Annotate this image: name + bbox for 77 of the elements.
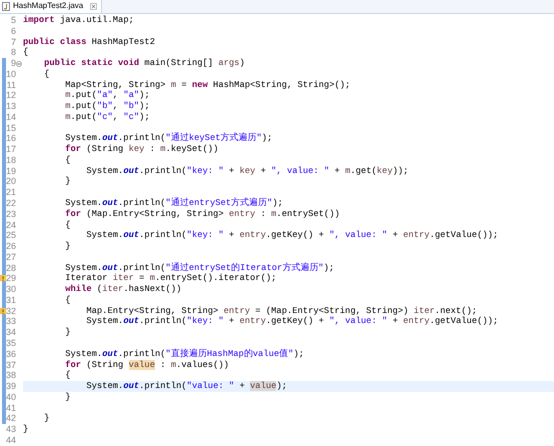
line-number: 12 xyxy=(6,90,16,102)
line-number: 37 xyxy=(6,360,16,370)
line-number: 20 xyxy=(6,176,16,188)
line-number: 16 xyxy=(6,133,16,144)
line-number: 27 xyxy=(6,252,16,263)
code-line: for (String value : m.values()) xyxy=(64,360,229,370)
line-number: 26 xyxy=(6,241,16,252)
line-number: 13 xyxy=(6,101,16,112)
line-number: 34 xyxy=(6,327,16,338)
code-line: public static void main(String[] args) xyxy=(43,58,245,69)
code-line: } xyxy=(64,241,71,252)
line-number: 42 xyxy=(6,413,16,424)
line-number: 10 xyxy=(6,68,16,80)
code-line: System.out.println("key: " + entry.getKey() + ", value: " + entry.getValue()); xyxy=(85,316,498,328)
code-line: Iterator iter = m.entrySet().iterator(); xyxy=(64,273,276,284)
code-line: } xyxy=(64,392,71,403)
code-line: } xyxy=(64,176,71,188)
line-number: 7 xyxy=(10,36,16,48)
code-line: System.out.println("通过entrySet方式遍历"); xyxy=(64,198,283,209)
close-icon[interactable] xyxy=(90,2,98,10)
code-line: for (String key : m.keySet()) xyxy=(64,144,218,155)
editor-tab[interactable]: HashMapTest2.java xyxy=(0,0,102,13)
fold-icon[interactable] xyxy=(16,61,22,68)
line-number: 6 xyxy=(10,26,16,37)
line-number: 18 xyxy=(6,154,16,166)
line-number: 24 xyxy=(6,220,16,230)
code-line: } xyxy=(43,413,50,424)
code-line: System.out.println("直接遍历HashMap的value值"); xyxy=(64,348,304,360)
code-line: System.out.println("key: " + key + ", value: " + m.get(key)); xyxy=(85,166,408,176)
code-line: { xyxy=(64,370,71,382)
code-line: Map<String, String> m = new HashMap<String, String>(); xyxy=(64,80,350,90)
line-number: 38 xyxy=(6,370,16,382)
line-number: 14 xyxy=(6,112,16,123)
line-number: 5 xyxy=(10,15,16,26)
line-number: 39 xyxy=(6,381,16,392)
code-line: System.out.println("通过keySet方式遍历"); xyxy=(64,133,272,144)
code-line: System.out.println("key: " + entry.getKey() + ", value: " + entry.getValue()); xyxy=(85,230,498,242)
line-number: 32 xyxy=(6,306,16,316)
line-number: 36 xyxy=(6,348,16,360)
line-number: 11 xyxy=(6,80,16,90)
java-file-icon xyxy=(2,2,10,10)
code-line: { xyxy=(64,294,71,306)
line-number: 33 xyxy=(6,316,16,328)
code-line: } xyxy=(23,424,28,435)
line-number: 31 xyxy=(6,294,16,306)
line-number: 23 xyxy=(6,208,16,220)
line-number: 19 xyxy=(6,166,16,176)
code-line: while (iter.hasNext()) xyxy=(64,284,182,295)
line-number: 43 xyxy=(6,424,16,435)
code-line: { xyxy=(43,68,50,80)
line-number: 44 xyxy=(6,434,16,446)
code-line: m.put("b", "b"); xyxy=(64,101,150,112)
line-number: 29 xyxy=(6,273,16,284)
line-number: 40 xyxy=(6,392,16,403)
code-line: System.out.println("通过entrySet的Iterator方式遍历"); xyxy=(64,262,334,274)
line-number: 30 xyxy=(6,284,16,295)
code-line: { xyxy=(23,47,28,58)
line-number: 9 xyxy=(10,58,16,69)
line-number: 35 xyxy=(6,338,16,349)
line-number: 21 xyxy=(6,187,16,198)
code-line: import java.util.Map; xyxy=(23,15,134,26)
code-line: public class HashMapTest2 xyxy=(23,36,155,48)
line-number: 41 xyxy=(6,402,16,414)
line-number: 28 xyxy=(6,262,16,274)
line-number: 25 xyxy=(6,230,16,242)
code-line: m.put("c", "c"); xyxy=(64,112,150,123)
code-line: m.put("a", "a"); xyxy=(64,90,150,102)
code-line: Map.Entry<String, String> entry = (Map.Entry<String, String>) iter.next(); xyxy=(85,306,478,316)
line-number: 8 xyxy=(10,47,16,58)
code-line: { xyxy=(64,154,71,166)
code-line: System.out.println("value: " + value); xyxy=(85,381,287,392)
code-line: for (Map.Entry<String, String> entry : m.entrySet()) xyxy=(64,208,340,220)
line-number: 17 xyxy=(6,144,16,155)
line-number: 22 xyxy=(6,198,16,209)
code-line: { xyxy=(64,220,71,230)
line-number: 15 xyxy=(6,122,16,134)
code-line: } xyxy=(64,327,71,338)
